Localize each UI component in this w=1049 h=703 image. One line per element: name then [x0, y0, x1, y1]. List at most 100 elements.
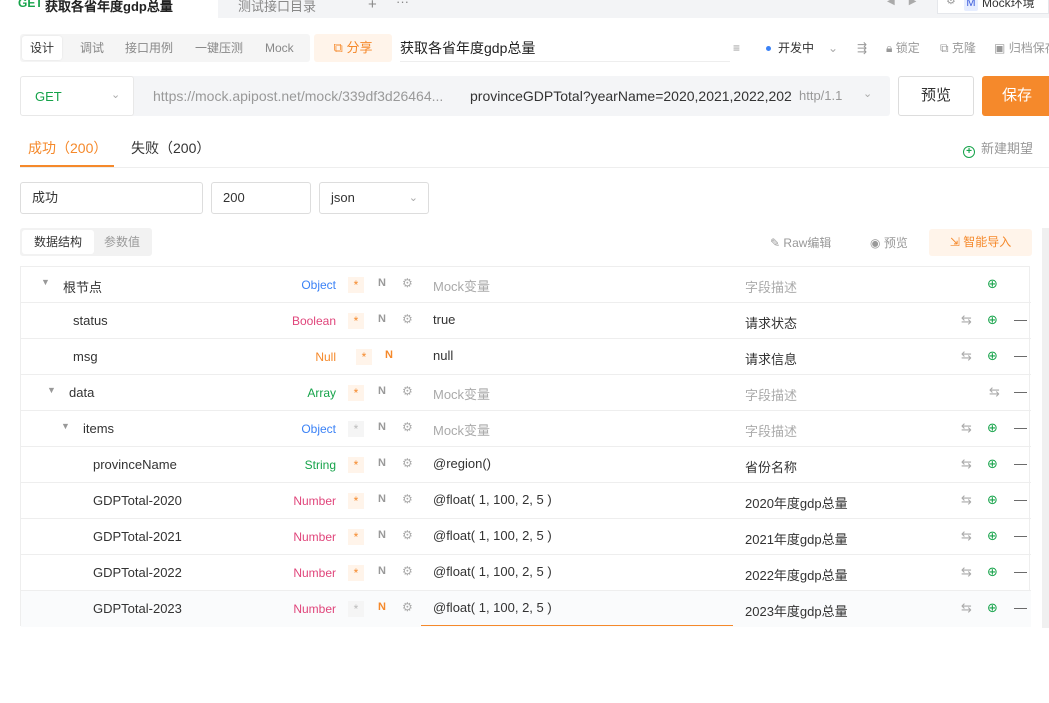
desc-input[interactable]: 字段描述 — [745, 421, 797, 440]
tab-get-gdp[interactable]: GET 获取各省年度gdp总量 — [0, 0, 218, 18]
nullable-toggle[interactable]: N — [378, 277, 386, 289]
add-sibling-icon[interactable]: ⊕ — [987, 600, 998, 616]
settings-icon[interactable]: ⚙ — [402, 492, 413, 506]
settings-icon[interactable]: ⚙ — [402, 312, 413, 326]
tree-row[interactable]: GDPTotal-2020 Number * N ⚙ @float( 1, 10… — [21, 483, 1031, 519]
desc-input[interactable]: 请求信息 — [745, 349, 797, 368]
settings-icon[interactable]: ⚙ — [402, 276, 413, 290]
tab-scroll-arrows-icon[interactable]: ◀▶ — [887, 0, 930, 7]
desc-input[interactable]: 2023年度gdp总量 — [745, 601, 848, 620]
required-toggle[interactable]: * — [348, 421, 364, 437]
remove-icon[interactable]: — — [1014, 312, 1027, 327]
nullable-toggle[interactable]: N — [378, 313, 386, 325]
tree-row[interactable]: status Boolean * N ⚙ true 请求状态 ⇆ ⊕ — — [21, 303, 1031, 339]
settings-icon[interactable]: ⚙ — [402, 456, 413, 470]
add-sibling-icon[interactable]: ⊕ — [987, 348, 998, 364]
clone-button[interactable]: ⧉ 克隆 — [940, 34, 976, 62]
swap-icon[interactable]: ⇆ — [961, 312, 972, 328]
required-toggle[interactable]: * — [348, 529, 364, 545]
field-type[interactable]: Number — [293, 602, 336, 616]
remove-icon[interactable]: — — [1014, 492, 1027, 507]
remove-icon[interactable]: — — [1014, 528, 1027, 543]
mock-input[interactable]: @float( 1, 100, 2, 5 ) — [433, 600, 552, 615]
field-type[interactable]: Boolean — [292, 314, 336, 328]
more-tabs-icon[interactable]: ··· — [396, 0, 409, 9]
add-sibling-icon[interactable]: ⊕ — [987, 528, 998, 544]
field-type[interactable]: Number — [293, 494, 336, 508]
field-type[interactable]: String — [305, 458, 336, 472]
required-toggle[interactable]: * — [348, 457, 364, 473]
settings-icon[interactable]: ⚙ — [402, 420, 413, 434]
settings-icon[interactable]: ⚙ — [402, 384, 413, 398]
add-child-icon[interactable]: ⊕ — [987, 420, 998, 436]
add-sibling-icon[interactable]: ⊕ — [987, 312, 998, 328]
add-sibling-icon[interactable]: ⊕ — [987, 456, 998, 472]
mock-input[interactable]: Mock变量 — [433, 276, 490, 295]
field-type[interactable]: Object — [301, 278, 336, 292]
http-version-select[interactable]: http/1.1 — [799, 88, 842, 103]
required-toggle[interactable]: * — [348, 277, 364, 293]
subtab-stress[interactable]: 一键压测 — [187, 34, 251, 62]
lock-button[interactable]: 🔒︎ 锁定 — [886, 34, 920, 62]
scrollbar[interactable] — [1042, 228, 1049, 628]
environment-selector[interactable]: ⚙ M Mock环境 — [937, 0, 1049, 14]
nullable-toggle[interactable]: N — [378, 385, 386, 397]
subtab-debug[interactable]: 调试 — [72, 34, 112, 62]
desc-input[interactable]: 请求状态 — [745, 313, 797, 332]
required-toggle[interactable]: * — [348, 565, 364, 581]
raw-edit-button[interactable]: ✎ Raw编辑 — [770, 234, 831, 251]
required-toggle[interactable]: * — [348, 601, 364, 617]
tab-test-directory[interactable]: 测试接口目录 — [220, 0, 360, 18]
field-type[interactable]: Number — [293, 566, 336, 580]
swap-icon[interactable]: ⇆ — [961, 492, 972, 508]
status-select[interactable]: 开发中 ⌄ — [766, 34, 838, 62]
remove-icon[interactable]: — — [1014, 420, 1027, 435]
remove-icon[interactable]: — — [1014, 456, 1027, 471]
tree-row[interactable]: msg Null * N null 请求信息 ⇆ ⊕ — — [21, 339, 1031, 375]
nullable-toggle[interactable]: N — [378, 565, 386, 577]
swap-icon[interactable]: ⇆ — [961, 528, 972, 544]
desc-input[interactable]: 2020年度gdp总量 — [745, 493, 848, 512]
env-gear-icon[interactable]: ⚙ — [946, 0, 956, 7]
swap-icon[interactable]: ⇆ — [961, 420, 972, 436]
settings-icon[interactable]: ⚙ — [402, 528, 413, 542]
tree-row[interactable]: GDPTotal-2021 Number * N ⚙ @float( 1, 10… — [21, 519, 1031, 555]
tree-row[interactable]: provinceName String * N ⚙ @region() 省份名称… — [21, 447, 1031, 483]
desc-input[interactable]: 字段描述 — [745, 277, 797, 296]
nullable-toggle[interactable]: N — [378, 529, 386, 541]
tree-row[interactable]: GDPTotal-2023 Number * N ⚙ @float( 1, 10… — [21, 591, 1031, 627]
add-sibling-icon[interactable]: ⊕ — [987, 492, 998, 508]
tree-row[interactable]: ▼ items Object * N ⚙ Mock变量 字段描述 ⇆ ⊕ — — [21, 411, 1031, 447]
swap-icon[interactable]: ⇆ — [989, 384, 1000, 400]
tree-row[interactable]: ▼ data Array * N ⚙ Mock变量 字段描述 ⇆ — — [21, 375, 1031, 411]
method-select[interactable]: GET ⌄ — [20, 76, 134, 116]
share-button[interactable]: ⧉ 分享 — [314, 34, 392, 62]
add-tab-icon[interactable]: + — [368, 0, 377, 13]
format-select[interactable]: json ⌄ — [319, 182, 429, 214]
tab-failure[interactable]: 失败（200） — [131, 138, 210, 158]
new-expectation-button[interactable]: + 新建期望 — [962, 138, 1033, 158]
tree-row[interactable]: ▼ 根节点 Object * N ⚙ Mock变量 字段描述 ⊕ — [21, 267, 1031, 303]
field-type[interactable]: Number — [293, 530, 336, 544]
field-type[interactable]: Null — [315, 350, 336, 364]
required-toggle[interactable]: * — [356, 349, 372, 365]
api-name-input[interactable]: 获取各省年度gdp总量 — [400, 34, 730, 62]
format-icon[interactable]: ≡ — [733, 34, 740, 62]
add-child-icon[interactable]: ⊕ — [987, 276, 998, 292]
response-name-input[interactable]: 成功 — [20, 182, 203, 214]
desc-input[interactable]: 省份名称 — [745, 457, 797, 476]
mock-input[interactable]: null — [433, 348, 453, 363]
smart-import-button[interactable]: ⇲ 智能导入 — [929, 229, 1032, 256]
mock-input[interactable]: @float( 1, 100, 2, 5 ) — [433, 492, 552, 507]
subtab-design[interactable]: 设计 — [22, 36, 63, 60]
url-path-input[interactable]: provinceGDPTotal?yearName=2020,2021,2022… — [470, 88, 792, 104]
mock-input[interactable]: @float( 1, 100, 2, 5 ) — [433, 564, 552, 579]
tab-success[interactable]: 成功（200） — [28, 138, 107, 158]
desc-input[interactable]: 2022年度gdp总量 — [745, 565, 848, 584]
nullable-toggle[interactable]: N — [378, 493, 386, 505]
seg-values[interactable]: 参数值 — [92, 228, 152, 256]
nullable-toggle[interactable]: N — [378, 457, 386, 469]
required-toggle[interactable]: * — [348, 313, 364, 329]
subtab-cases[interactable]: 接口用例 — [117, 34, 181, 62]
swap-icon[interactable]: ⇆ — [961, 564, 972, 580]
